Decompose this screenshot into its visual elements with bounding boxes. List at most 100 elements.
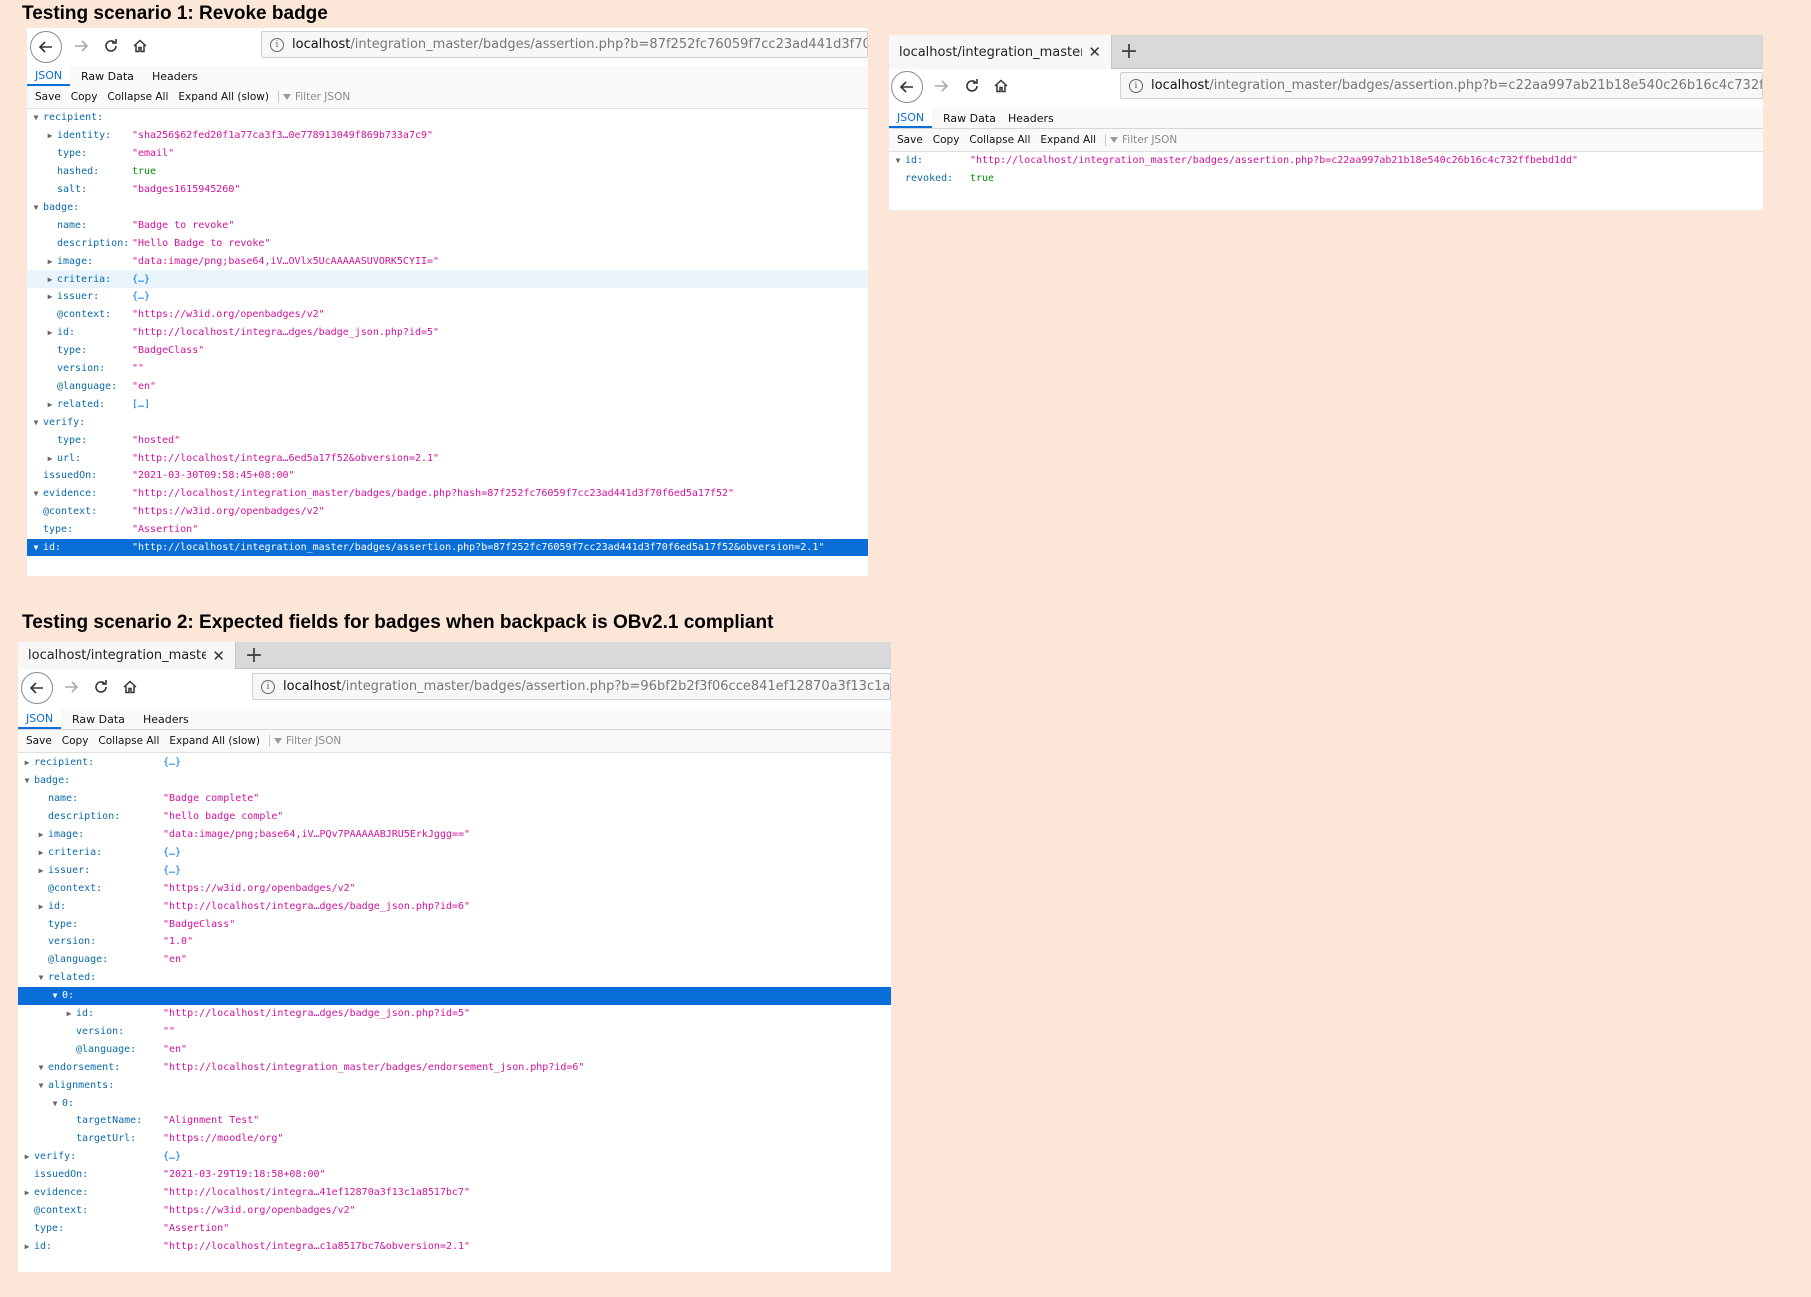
- collapsed-twisty-icon[interactable]: ▶: [36, 902, 46, 911]
- expand-all-button[interactable]: Expand All (slow): [173, 91, 274, 103]
- expanded-twisty-icon[interactable]: ▼: [31, 418, 41, 427]
- forward-button[interactable]: [57, 673, 85, 701]
- json-row[interactable]: version: "": [18, 1023, 891, 1041]
- save-button[interactable]: Save: [21, 735, 57, 747]
- json-row[interactable]: ▶ id: "http://localhost/integra…dges/badge…: [27, 324, 868, 342]
- expanded-twisty-icon[interactable]: ▼: [36, 1081, 46, 1090]
- json-row[interactable]: ▶ criteria: {…}: [18, 844, 891, 862]
- json-row[interactable]: ▶ url: "http://localhost/integra…6ed5a17f5…: [27, 449, 868, 467]
- collapse-all-button[interactable]: Collapse All: [93, 735, 164, 747]
- expanded-twisty-icon[interactable]: ▼: [50, 1099, 60, 1108]
- close-tab-icon[interactable]: ✕: [212, 647, 225, 665]
- expanded-twisty-icon[interactable]: ▼: [31, 113, 41, 122]
- reload-button[interactable]: [97, 32, 125, 60]
- expand-all-button[interactable]: Expand All: [1035, 134, 1101, 146]
- collapsed-twisty-icon[interactable]: ▶: [45, 131, 55, 140]
- address-bar[interactable]: i localhost/integration_master/badges/as…: [261, 31, 868, 58]
- json-row[interactable]: ▶ issuer: {…}: [27, 288, 868, 306]
- json-row[interactable]: ▶ id: "http://localhost/integra…c1a8517bc7…: [18, 1237, 891, 1255]
- json-row[interactable]: @context: "https://w3id.org/openbadges/v2…: [18, 1202, 891, 1220]
- reload-button[interactable]: [87, 673, 115, 701]
- copy-button[interactable]: Copy: [66, 91, 103, 103]
- expanded-twisty-icon[interactable]: ▼: [22, 776, 32, 785]
- collapsed-twisty-icon[interactable]: ▶: [22, 758, 32, 767]
- filter-json-input[interactable]: Filter JSON: [273, 735, 341, 747]
- json-row[interactable]: @language: "en": [27, 378, 868, 396]
- json-row[interactable]: salt: "badges1615945260": [27, 181, 868, 199]
- json-row[interactable]: description: "hello badge comple": [18, 808, 891, 826]
- json-row[interactable]: targetName: "Alignment Test": [18, 1112, 891, 1130]
- tab-json[interactable]: JSON: [18, 709, 62, 729]
- json-row[interactable]: ▶ identity: "sha256$62fed20f1a77ca3f3…0e77…: [27, 127, 868, 145]
- expanded-twisty-icon[interactable]: ▼: [36, 973, 46, 982]
- collapsed-twisty-icon[interactable]: ▶: [22, 1242, 32, 1251]
- back-button[interactable]: [891, 71, 923, 103]
- back-button[interactable]: [30, 31, 62, 63]
- json-row[interactable]: ▶ criteria: {…}: [27, 270, 868, 288]
- json-row[interactable]: targetUrl: "https://moodle/org": [18, 1130, 891, 1148]
- json-row[interactable]: ▼ badge:: [18, 772, 891, 790]
- expanded-twisty-icon[interactable]: ▼: [31, 543, 41, 552]
- json-row[interactable]: ▶ verify: {…}: [18, 1148, 891, 1166]
- json-row[interactable]: ▼ 0:: [18, 986, 891, 1005]
- json-row[interactable]: ▼ id: "http://localhost/integration_master…: [889, 152, 1763, 170]
- json-row[interactable]: ▶ recipient: {…}: [18, 754, 891, 772]
- json-row[interactable]: version: "1.0": [18, 933, 891, 951]
- collapsed-twisty-icon[interactable]: ▶: [22, 1188, 32, 1197]
- home-button[interactable]: [987, 72, 1015, 100]
- json-row[interactable]: ▼ verify:: [27, 413, 868, 431]
- json-row[interactable]: ▼ recipient:: [27, 109, 868, 127]
- json-row[interactable]: ▼ badge:: [27, 199, 868, 217]
- copy-button[interactable]: Copy: [57, 735, 94, 747]
- json-row[interactable]: ▶ id: "http://localhost/integra…dges/badge…: [18, 1005, 891, 1023]
- collapsed-twisty-icon[interactable]: ▶: [45, 292, 55, 301]
- json-row[interactable]: version: "": [27, 360, 868, 378]
- new-tab-button[interactable]: +: [1113, 35, 1145, 68]
- json-row[interactable]: type: "Assertion": [27, 521, 868, 539]
- json-row[interactable]: ▼ id: "http://localhost/integration_master…: [27, 538, 868, 557]
- json-row[interactable]: issuedOn: "2021-03-29T19:18:58+08:00": [18, 1166, 891, 1184]
- json-row[interactable]: ▼ evidence: "http://localhost/integration_…: [27, 485, 868, 503]
- forward-button[interactable]: [67, 32, 95, 60]
- json-row[interactable]: issuedOn: "2021-03-30T09:58:45+08:00": [27, 467, 868, 485]
- collapsed-twisty-icon[interactable]: ▶: [45, 454, 55, 463]
- collapsed-twisty-icon[interactable]: ▶: [45, 400, 55, 409]
- json-row[interactable]: type: "BadgeClass": [18, 915, 891, 933]
- info-icon[interactable]: i: [1129, 78, 1143, 93]
- expand-all-button[interactable]: Expand All (slow): [164, 735, 265, 747]
- json-row[interactable]: ▼ 0:: [18, 1094, 891, 1112]
- json-row[interactable]: ▼ alignments:: [18, 1076, 891, 1094]
- copy-button[interactable]: Copy: [928, 134, 965, 146]
- back-button[interactable]: [21, 672, 53, 704]
- json-row[interactable]: ▶ issuer: {…}: [18, 861, 891, 879]
- json-row[interactable]: type: "hosted": [27, 431, 868, 449]
- json-row[interactable]: description: "Hello Badge to revoke": [27, 234, 868, 252]
- json-row[interactable]: ▶ image: "data:image/png;base64,iV…PQv7PAA…: [18, 826, 891, 844]
- info-icon[interactable]: i: [270, 37, 284, 52]
- collapsed-twisty-icon[interactable]: ▶: [36, 830, 46, 839]
- json-row[interactable]: type: "BadgeClass": [27, 342, 868, 360]
- home-button[interactable]: [126, 32, 154, 60]
- json-row[interactable]: name: "Badge to revoke": [27, 216, 868, 234]
- json-row[interactable]: @language: "en": [18, 951, 891, 969]
- json-row[interactable]: hashed: true: [27, 163, 868, 181]
- browser-tab[interactable]: localhost/integration_master/badges/asse…: [889, 35, 1112, 69]
- home-button[interactable]: [116, 673, 144, 701]
- tab-json[interactable]: JSON: [889, 108, 933, 128]
- expanded-twisty-icon[interactable]: ▼: [31, 489, 41, 498]
- expanded-twisty-icon[interactable]: ▼: [893, 156, 903, 165]
- json-row[interactable]: ▶ id: "http://localhost/integra…dges/badge…: [18, 897, 891, 915]
- collapsed-twisty-icon[interactable]: ▶: [45, 328, 55, 337]
- save-button[interactable]: Save: [892, 134, 928, 146]
- json-row[interactable]: ▶ image: "data:image/png;base64,iV…OVlx5Uc…: [27, 252, 868, 270]
- save-button[interactable]: Save: [30, 91, 66, 103]
- expanded-twisty-icon[interactable]: ▼: [31, 203, 41, 212]
- json-row[interactable]: @language: "en": [18, 1040, 891, 1058]
- close-tab-icon[interactable]: ✕: [1088, 43, 1101, 61]
- new-tab-button[interactable]: +: [238, 642, 270, 668]
- info-icon[interactable]: i: [261, 679, 275, 694]
- json-row[interactable]: @context: "https://w3id.org/openbadges/v2…: [18, 879, 891, 897]
- collapsed-twisty-icon[interactable]: ▶: [64, 1009, 74, 1018]
- tab-json[interactable]: JSON: [27, 66, 71, 86]
- expanded-twisty-icon[interactable]: ▼: [50, 991, 60, 1000]
